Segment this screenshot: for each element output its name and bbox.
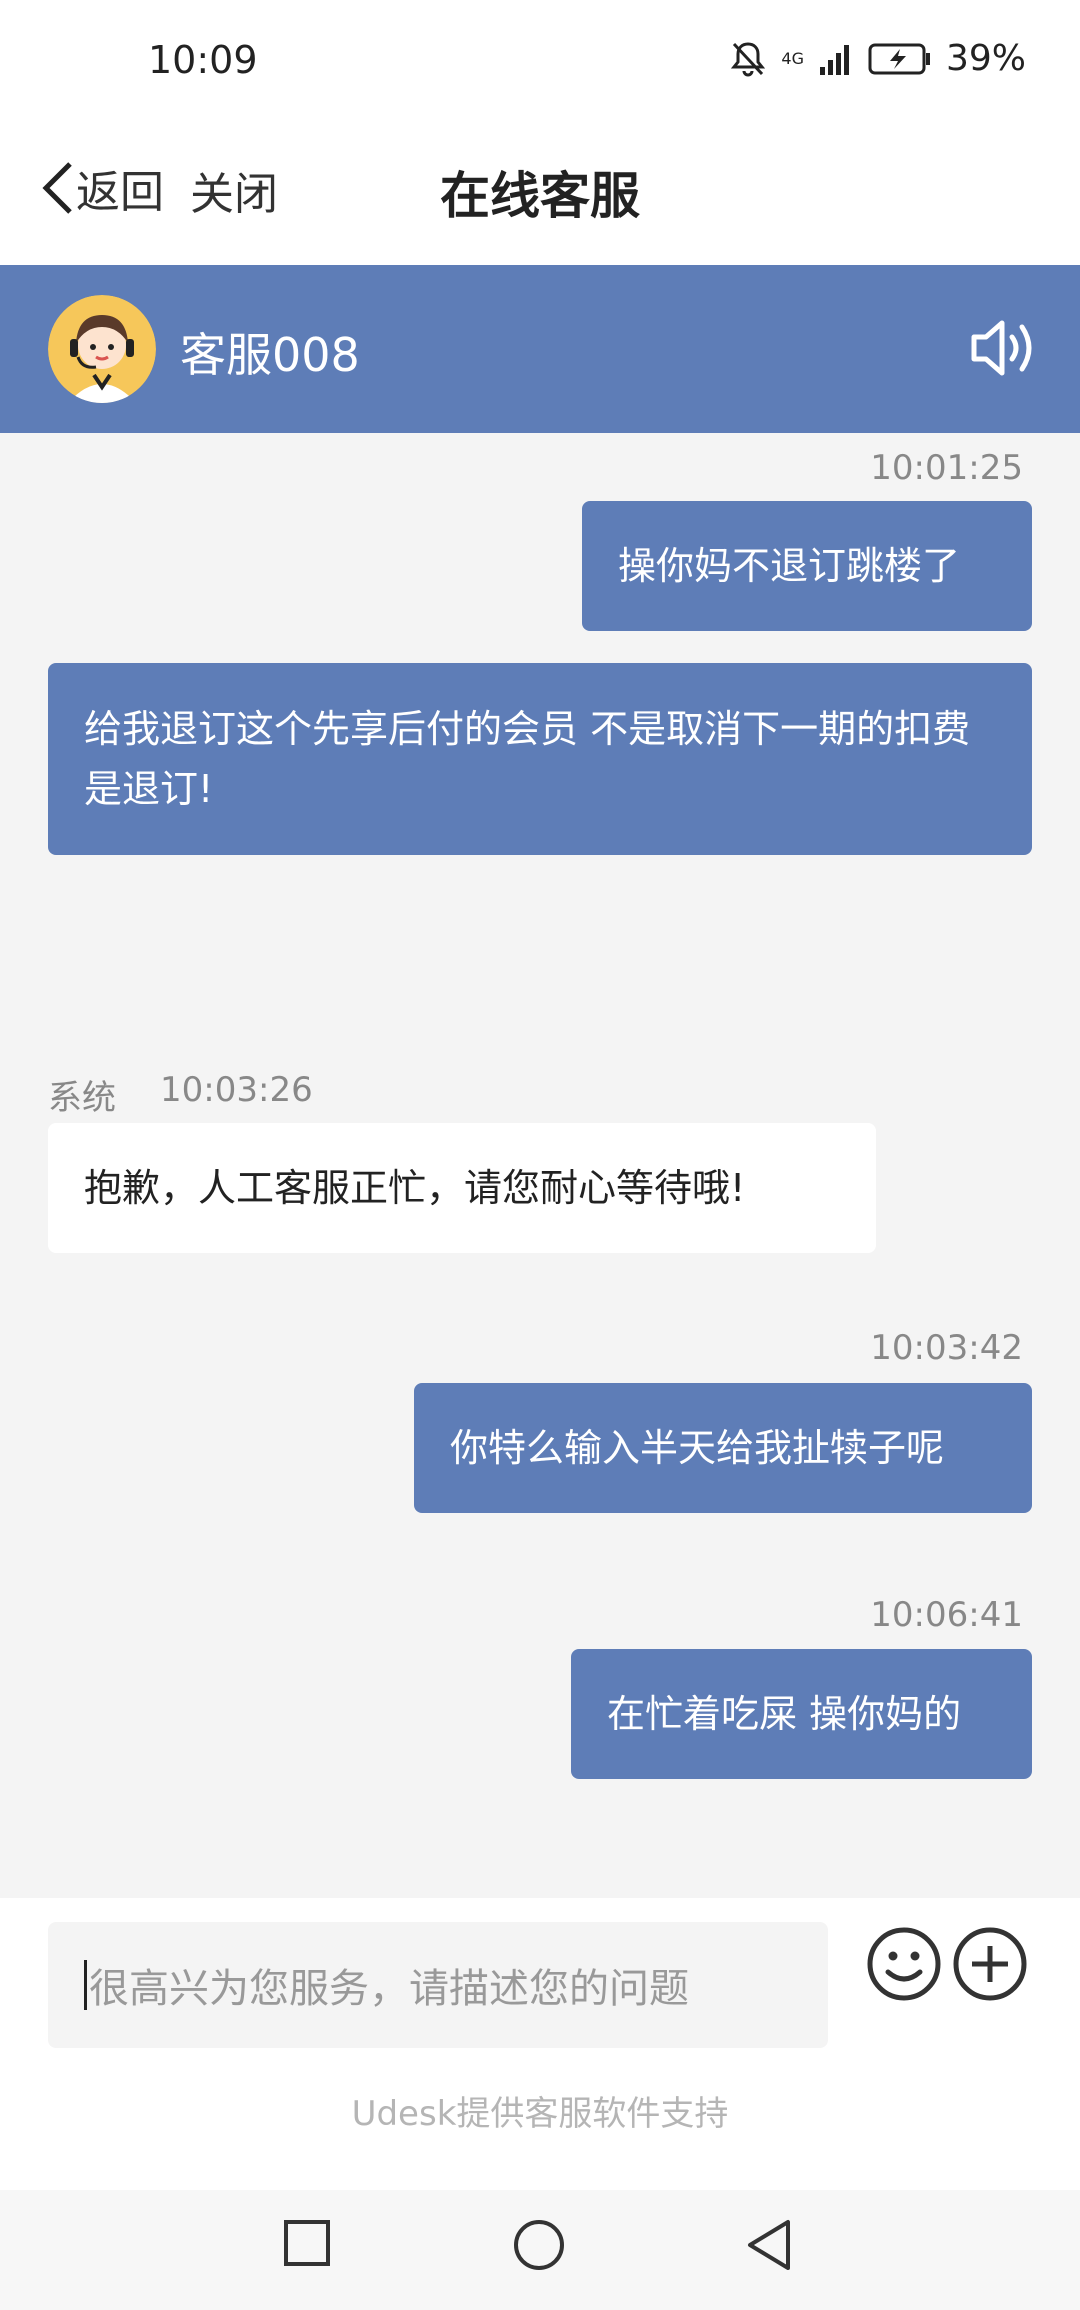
network-type: 4G [781,49,804,68]
agent-name: 客服008 [180,328,360,382]
signal-icon [819,44,849,75]
battery-level: 39% [945,38,1026,79]
message-timestamp: 10:01:25 [870,448,1023,488]
speaker-icon[interactable] [968,315,1040,381]
agent-avatar-icon [48,295,156,403]
nav-bar: 返回 关闭 在线客服 [0,120,1080,265]
user-message: 你特么输入半天给我扯犊子呢 [414,1383,1032,1513]
back-triangle-icon[interactable] [744,2218,794,2272]
status-bar: 10:09 4G 39% [0,0,1080,120]
message-text: 你特么输入半天给我扯犊子呢 [450,1426,945,1470]
battery-icon [868,43,930,74]
agent-header: 客服008 [0,265,1080,433]
message-sender: 系统 [48,1078,116,1118]
status-icons: 4G 39% [729,38,1026,79]
message-timestamp: 10:06:41 [870,1595,1023,1635]
message-text: 抱歉，人工客服正忙，请您耐心等待哦! [84,1166,746,1210]
status-time: 10:09 [148,38,258,82]
powered-by-text: Udesk提供客服软件支持 [351,2094,729,2134]
input-placeholder: 很高兴为您服务，请描述您的问题 [89,1966,689,2012]
system-nav-bar [0,2190,1080,2310]
agent-avatar [48,295,156,403]
message-timestamp: 10:03:42 [870,1328,1023,1368]
user-message: 操你妈不退订跳楼了 [582,501,1032,631]
home-icon[interactable] [512,2218,566,2272]
input-bar: 很高兴为您服务，请描述您的问题 Udesk提供客服软件支持 [0,1898,1080,2190]
recent-apps-icon[interactable] [282,2218,332,2268]
emoji-icon[interactable] [866,1926,942,2002]
message-text: 在忙着吃屎 操你妈的 [607,1692,962,1736]
message-timestamp: 10:03:26 [160,1070,313,1110]
mute-bell-icon [731,41,766,76]
user-message: 给我退订这个先享后付的会员 不是取消下一期的扣费 是退订! [48,663,1032,855]
system-message: 抱歉，人工客服正忙，请您耐心等待哦! [48,1123,876,1253]
chat-area[interactable]: 10:01:25 操你妈不退订跳楼了 给我退订这个先享后付的会员 不是取消下一期… [0,433,1080,1898]
text-caret [84,1960,87,2010]
plus-icon[interactable] [952,1926,1028,2002]
page-title: 在线客服 [440,167,640,225]
message-text: 给我退订这个先享后付的会员 不是取消下一期的扣费 是退订! [84,707,971,811]
user-message: 在忙着吃屎 操你妈的 [571,1649,1032,1779]
message-input[interactable]: 很高兴为您服务，请描述您的问题 [48,1922,828,2048]
message-text: 操你妈不退订跳楼了 [618,544,961,588]
